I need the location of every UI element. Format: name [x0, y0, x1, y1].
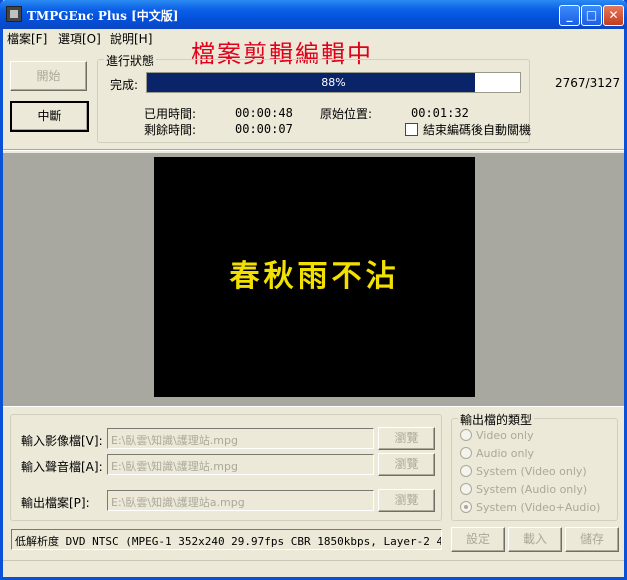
output-type-title: 輸出檔的類型 — [458, 411, 535, 428]
load-button[interactable]: 載入 — [508, 527, 562, 552]
stop-button[interactable]: 中斷 — [10, 101, 89, 132]
video-caption: 春秋雨不沾 — [229, 259, 400, 294]
browse-video-button[interactable]: 瀏覽 — [378, 427, 435, 450]
progress-percent: 88% — [321, 76, 346, 89]
auto-shutdown-label[interactable]: 結束編碼後自動關機 — [423, 121, 531, 138]
title-bar[interactable]: TMPGEnc Plus [中文版] _ □ ✕ — [0, 0, 627, 29]
radio-label: System (Audio only) — [476, 483, 588, 496]
radio-indicator[interactable] — [460, 429, 472, 441]
maximize-button[interactable]: □ — [581, 5, 602, 26]
window-title: TMPGEnc Plus [中文版] — [27, 9, 179, 23]
browse-audio-button[interactable]: 瀏覽 — [378, 453, 435, 476]
source-position-value: 00:01:32 — [411, 106, 469, 120]
radio-audio-only[interactable]: Audio only — [460, 447, 534, 460]
start-button[interactable]: 開始 — [10, 61, 87, 91]
elapsed-label: 已用時間: — [144, 107, 197, 121]
radio-system-video-audio[interactable]: System (Video+Audio) — [460, 501, 600, 514]
frame-counter: 2767/3127 — [555, 76, 621, 90]
close-button[interactable]: ✕ — [603, 5, 624, 26]
app-icon[interactable] — [6, 6, 22, 22]
menu-options[interactable]: 選項[O] — [58, 30, 101, 47]
menu-help[interactable]: 說明[H] — [110, 30, 152, 47]
remaining-label: 剩餘時間: — [144, 123, 197, 137]
radio-label: System (Video+Audio) — [476, 501, 601, 514]
settings-button[interactable]: 設定 — [451, 527, 505, 552]
complete-label: 完成: — [110, 78, 139, 92]
encoding-profile-status: 低解析度 DVD NTSC (MPEG-1 352x240 29.97fps C… — [11, 529, 442, 550]
radio-label: Audio only — [476, 447, 535, 460]
radio-system-video-only[interactable]: System (Video only) — [460, 465, 587, 478]
save-button[interactable]: 儲存 — [565, 527, 619, 552]
input-video-field[interactable]: E:\臥雲\知識\護理站.mpg — [107, 428, 374, 449]
progress-bar: 88% — [146, 72, 521, 93]
auto-shutdown-checkbox[interactable] — [405, 123, 418, 136]
elapsed-value: 00:00:48 — [235, 106, 293, 120]
radio-indicator[interactable] — [460, 483, 472, 495]
divider — [3, 405, 624, 407]
input-audio-field[interactable]: E:\臥雲\知識\護理站.mpg — [107, 454, 374, 475]
radio-indicator[interactable] — [460, 465, 472, 477]
input-video-label: 輸入影像檔[V]: — [21, 434, 103, 448]
radio-indicator[interactable] — [460, 501, 472, 513]
input-audio-label: 輸入聲音檔[A]: — [21, 460, 103, 474]
status-strip — [3, 560, 624, 577]
radio-label: Video only — [476, 429, 534, 442]
menu-file[interactable]: 檔案[F] — [7, 30, 47, 47]
browse-output-button[interactable]: 瀏覽 — [378, 489, 435, 512]
divider — [3, 149, 624, 151]
preview-area: 春秋雨不沾 — [3, 153, 624, 405]
remaining-value: 00:00:07 — [235, 122, 293, 136]
radio-indicator[interactable] — [460, 447, 472, 459]
video-preview: 春秋雨不沾 — [154, 157, 475, 397]
minimize-button[interactable]: _ — [559, 5, 580, 26]
output-file-field[interactable]: E:\臥雲\知識\護理站a.mpg — [107, 490, 374, 511]
radio-system-audio-only[interactable]: System (Audio only) — [460, 483, 587, 496]
output-file-label: 輸出檔案[P]: — [21, 496, 90, 510]
radio-video-only[interactable]: Video only — [460, 429, 534, 442]
source-position-label: 原始位置: — [320, 107, 373, 121]
progress-group-title: 進行狀態 — [104, 52, 157, 69]
radio-label: System (Video only) — [476, 465, 587, 478]
